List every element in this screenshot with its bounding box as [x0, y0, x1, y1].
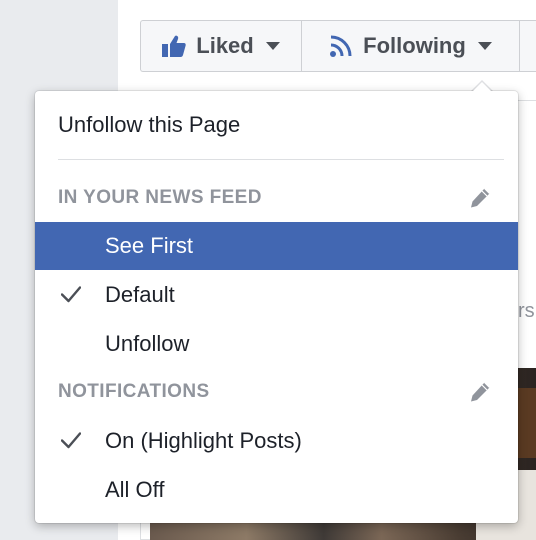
see-first-option[interactable]: See First	[35, 222, 518, 270]
all-off-label: All Off	[105, 477, 165, 502]
unfollow-label: Unfollow	[105, 331, 190, 356]
menu-divider	[58, 159, 504, 160]
default-label: Default	[105, 282, 175, 307]
highlight-posts-option[interactable]: On (Highlight Posts)	[35, 417, 518, 465]
all-off-option[interactable]: All Off	[35, 466, 518, 514]
see-first-label: See First	[105, 233, 194, 258]
highlight-posts-label: On (Highlight Posts)	[105, 428, 302, 453]
page-action-bar: Liked Following	[140, 20, 536, 72]
news-feed-header-label: IN YOUR NEWS FEED	[58, 187, 262, 208]
default-option[interactable]: Default	[35, 271, 518, 319]
following-label: Following	[363, 33, 466, 58]
unfollow-page-label: Unfollow this Page	[58, 112, 241, 137]
following-button[interactable]: Following	[302, 21, 520, 71]
caret-down-icon	[477, 42, 492, 50]
following-dropdown-menu: Unfollow this Page IN YOUR NEWS FEED See…	[35, 91, 518, 523]
caret-down-icon	[265, 42, 280, 50]
dropdown-pointer-fill	[471, 82, 493, 93]
notifications-header-label: NOTIFICATIONS	[58, 381, 210, 402]
unfollow-option[interactable]: Unfollow	[35, 320, 518, 368]
check-icon	[61, 432, 81, 449]
liked-button[interactable]: Liked	[141, 21, 302, 71]
rss-icon	[329, 34, 353, 58]
liked-label: Liked	[196, 33, 254, 58]
unfollow-page-item[interactable]: Unfollow this Page	[35, 101, 518, 149]
pencil-icon[interactable]	[468, 186, 492, 210]
background-partial-text: rs	[518, 300, 535, 322]
news-feed-section-header: IN YOUR NEWS FEED	[58, 183, 504, 213]
check-icon	[61, 286, 81, 303]
notifications-section-header: NOTIFICATIONS	[58, 377, 504, 407]
thumbs-up-icon	[162, 35, 186, 57]
pencil-icon[interactable]	[468, 380, 492, 404]
